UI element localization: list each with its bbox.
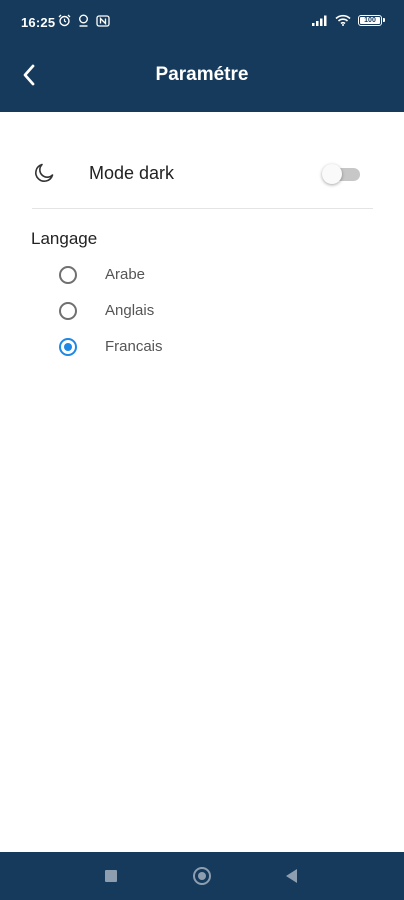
battery-level: 100 xyxy=(364,16,376,24)
radio-unchecked-icon[interactable] xyxy=(59,266,77,284)
status-icons-right: 100 xyxy=(312,14,385,26)
alarm-icon xyxy=(58,14,71,27)
status-bar: 16:25 100 xyxy=(0,0,404,44)
location-icon xyxy=(79,14,88,27)
moon-icon xyxy=(35,163,54,182)
app-bar: Paramétre xyxy=(0,44,404,112)
home-circle-icon[interactable] xyxy=(193,867,211,885)
status-time: 16:25 xyxy=(21,15,56,30)
language-option-label: Arabe xyxy=(105,266,146,283)
status-icons-left xyxy=(58,14,110,27)
dark-mode-row[interactable]: Mode dark xyxy=(0,152,404,194)
system-nav-bar xyxy=(0,852,404,900)
battery-icon: 100 xyxy=(358,14,385,26)
language-option-anglais[interactable]: Anglais xyxy=(56,298,256,326)
radio-checked-icon[interactable] xyxy=(59,338,77,356)
dark-mode-toggle[interactable] xyxy=(322,163,362,185)
dark-mode-label: Mode dark xyxy=(89,163,175,183)
divider xyxy=(32,208,373,209)
recents-square-icon[interactable] xyxy=(105,870,117,882)
toggle-thumb xyxy=(322,164,342,184)
wifi-icon xyxy=(335,14,351,26)
language-option-label: Anglais xyxy=(105,302,155,319)
nfc-icon xyxy=(96,14,110,27)
language-option-arabe[interactable]: Arabe xyxy=(56,262,256,290)
radio-dot xyxy=(64,343,72,351)
page-title: Paramétre xyxy=(155,64,249,85)
language-section-title: Langage xyxy=(31,229,98,248)
back-triangle-icon[interactable] xyxy=(286,869,297,883)
signal-icon xyxy=(312,15,327,26)
language-option-francais[interactable]: Francais xyxy=(56,334,256,362)
language-option-label: Francais xyxy=(105,338,163,355)
radio-unchecked-icon[interactable] xyxy=(59,302,77,320)
